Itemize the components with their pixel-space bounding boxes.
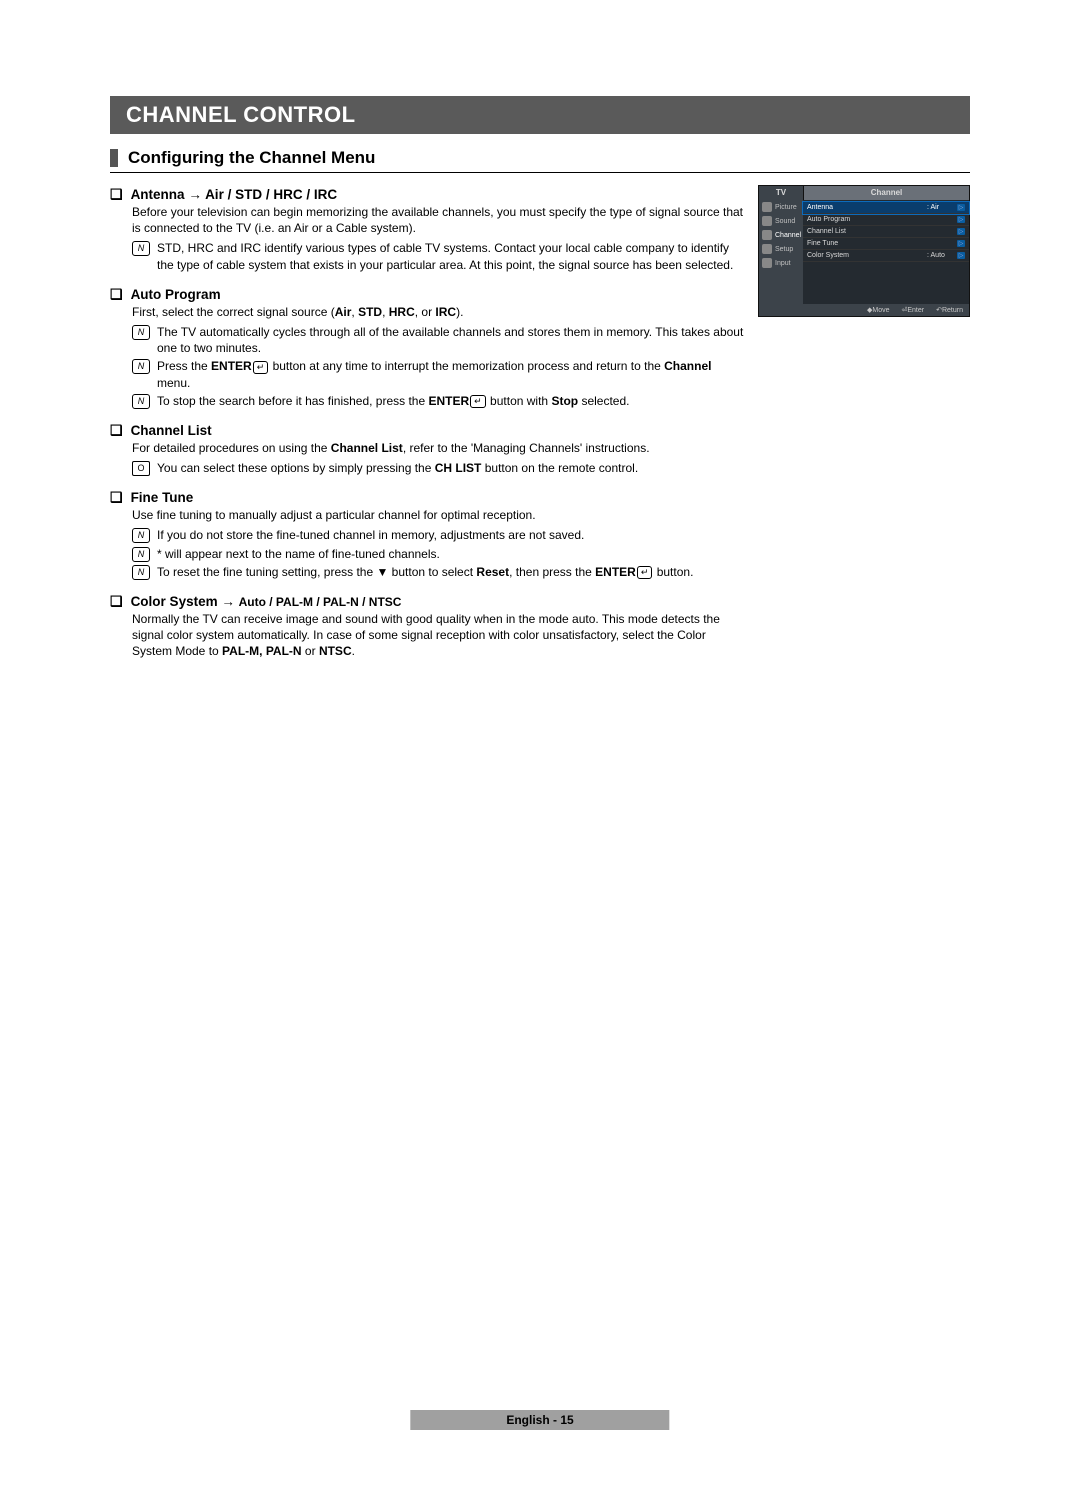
osd-row-finetune: Fine Tune▷ <box>803 238 969 250</box>
note-text: The TV automatically cycles through all … <box>157 324 748 356</box>
list-item: N To stop the search before it has finis… <box>132 393 748 409</box>
osd-return-hint: ↶Return <box>936 306 963 314</box>
note-icon: N <box>132 241 150 256</box>
checkbox-icon: ❏ <box>110 423 123 437</box>
text-column: ❏ Antenna → Air / STD / HRC / IRC Before… <box>110 185 748 660</box>
osd-body: Picture Sound Channel Setup Input Antenn… <box>759 200 969 304</box>
chevron-right-icon: ▷ <box>957 240 965 247</box>
osd-row-antenna: Antenna: Air▷ <box>803 202 969 214</box>
list-item: N Press the ENTER↵ button at any time to… <box>132 358 748 390</box>
subheading-row: Configuring the Channel Menu <box>110 148 970 173</box>
autoprogram-title: Auto Program <box>131 287 221 302</box>
section-colorsystem-title: ❏ Color System → Auto / PAL-M / PAL-N / … <box>110 594 748 609</box>
osd-side-channel: Channel <box>759 228 803 242</box>
osd-side-picture: Picture <box>759 200 803 214</box>
note-icon: N <box>132 359 150 374</box>
note-text: STD, HRC and IRC identify various types … <box>157 240 748 272</box>
picture-icon <box>762 202 772 212</box>
osd-enter-hint: ⏎Enter <box>902 306 925 314</box>
osd-row-colorsystem: Color System: Auto▷ <box>803 250 969 262</box>
osd-side-sound: Sound <box>759 214 803 228</box>
channellist-notes: O You can select these options by simply… <box>132 460 748 476</box>
page-title-bar: CHANNEL CONTROL <box>110 96 970 134</box>
subheading-marker <box>110 149 118 167</box>
list-item: N If you do not store the fine-tuned cha… <box>132 527 748 543</box>
subheading-text: Configuring the Channel Menu <box>128 148 375 168</box>
osd-sidebar: Picture Sound Channel Setup Input <box>759 200 803 304</box>
note-icon: N <box>132 325 150 340</box>
checkbox-icon: ❏ <box>110 490 123 504</box>
note-text: You can select these options by simply p… <box>157 460 638 476</box>
checkbox-icon: ❏ <box>110 187 123 201</box>
list-item: N The TV automatically cycles through al… <box>132 324 748 356</box>
setup-icon <box>762 244 772 254</box>
chevron-right-icon: ▷ <box>957 204 965 211</box>
finetune-title: Fine Tune <box>131 490 194 505</box>
antenna-body: Before your television can begin memoriz… <box>132 204 748 236</box>
list-item: N STD, HRC and IRC identify various type… <box>132 240 748 272</box>
finetune-notes: N If you do not store the fine-tuned cha… <box>132 527 748 580</box>
note-text: To reset the fine tuning setting, press … <box>157 564 693 580</box>
enter-icon: ↵ <box>470 395 486 408</box>
note-text: Press the ENTER↵ button at any time to i… <box>157 358 748 390</box>
osd-row-channellist: Channel List▷ <box>803 226 969 238</box>
chevron-right-icon: ▷ <box>957 252 965 259</box>
osd-side-input: Input <box>759 256 803 270</box>
note-text: To stop the search before it has finishe… <box>157 393 629 409</box>
section-finetune-title: ❏ Fine Tune <box>110 490 748 505</box>
section-autoprogram-title: ❏ Auto Program <box>110 287 748 302</box>
channel-icon <box>762 230 772 240</box>
antenna-notes: N STD, HRC and IRC identify various type… <box>132 240 748 272</box>
checkbox-icon: ❏ <box>110 594 123 608</box>
autoprogram-notes: N The TV automatically cycles through al… <box>132 324 748 409</box>
antenna-title: Antenna → Air / STD / HRC / IRC <box>131 187 338 202</box>
list-item: O You can select these options by simply… <box>132 460 748 476</box>
note-icon: N <box>132 547 150 562</box>
finetune-body: Use fine tuning to manually adjust a par… <box>132 507 748 523</box>
input-icon <box>762 258 772 268</box>
note-text: * will appear next to the name of fine-t… <box>157 546 440 562</box>
note-icon: N <box>132 565 150 580</box>
channellist-title: Channel List <box>131 423 212 438</box>
osd-side-setup: Setup <box>759 242 803 256</box>
note-icon: N <box>132 528 150 543</box>
osd-illustration: TV Channel Picture Sound Channel Setup I… <box>758 185 970 317</box>
remote-icon: O <box>132 461 150 476</box>
enter-icon: ↵ <box>253 361 269 374</box>
osd-tab-label: Channel <box>804 186 969 200</box>
enter-icon: ↵ <box>637 566 653 579</box>
autoprogram-body: First, select the correct signal source … <box>132 304 748 320</box>
sound-icon <box>762 216 772 226</box>
note-icon: N <box>132 394 150 409</box>
osd-main: Antenna: Air▷ Auto Program▷ Channel List… <box>803 200 969 304</box>
checkbox-icon: ❏ <box>110 287 123 301</box>
list-item: N * will appear next to the name of fine… <box>132 546 748 562</box>
list-item: N To reset the fine tuning setting, pres… <box>132 564 748 580</box>
content-area: ❏ Antenna → Air / STD / HRC / IRC Before… <box>110 185 970 660</box>
chevron-right-icon: ▷ <box>957 228 965 235</box>
osd-header: TV Channel <box>759 186 969 200</box>
chevron-right-icon: ▷ <box>957 216 965 223</box>
osd-row-autoprogram: Auto Program▷ <box>803 214 969 226</box>
page-number: English - 15 <box>506 1413 573 1427</box>
section-channellist-title: ❏ Channel List <box>110 423 748 438</box>
colorsystem-title: Color System → Auto / PAL-M / PAL-N / NT… <box>131 594 402 609</box>
note-text: If you do not store the fine-tuned chann… <box>157 527 584 543</box>
manual-page: CHANNEL CONTROL Configuring the Channel … <box>0 0 1080 1488</box>
page-title: CHANNEL CONTROL <box>126 102 356 127</box>
section-antenna-title: ❏ Antenna → Air / STD / HRC / IRC <box>110 187 748 202</box>
page-footer: English - 15 <box>410 1410 669 1430</box>
osd-footer: ◆Move ⏎Enter ↶Return <box>759 304 969 316</box>
osd-move-hint: ◆Move <box>867 306 890 314</box>
osd-tv-label: TV <box>759 186 804 200</box>
channellist-body: For detailed procedures on using the Cha… <box>132 440 748 456</box>
colorsystem-body: Normally the TV can receive image and so… <box>132 611 748 660</box>
